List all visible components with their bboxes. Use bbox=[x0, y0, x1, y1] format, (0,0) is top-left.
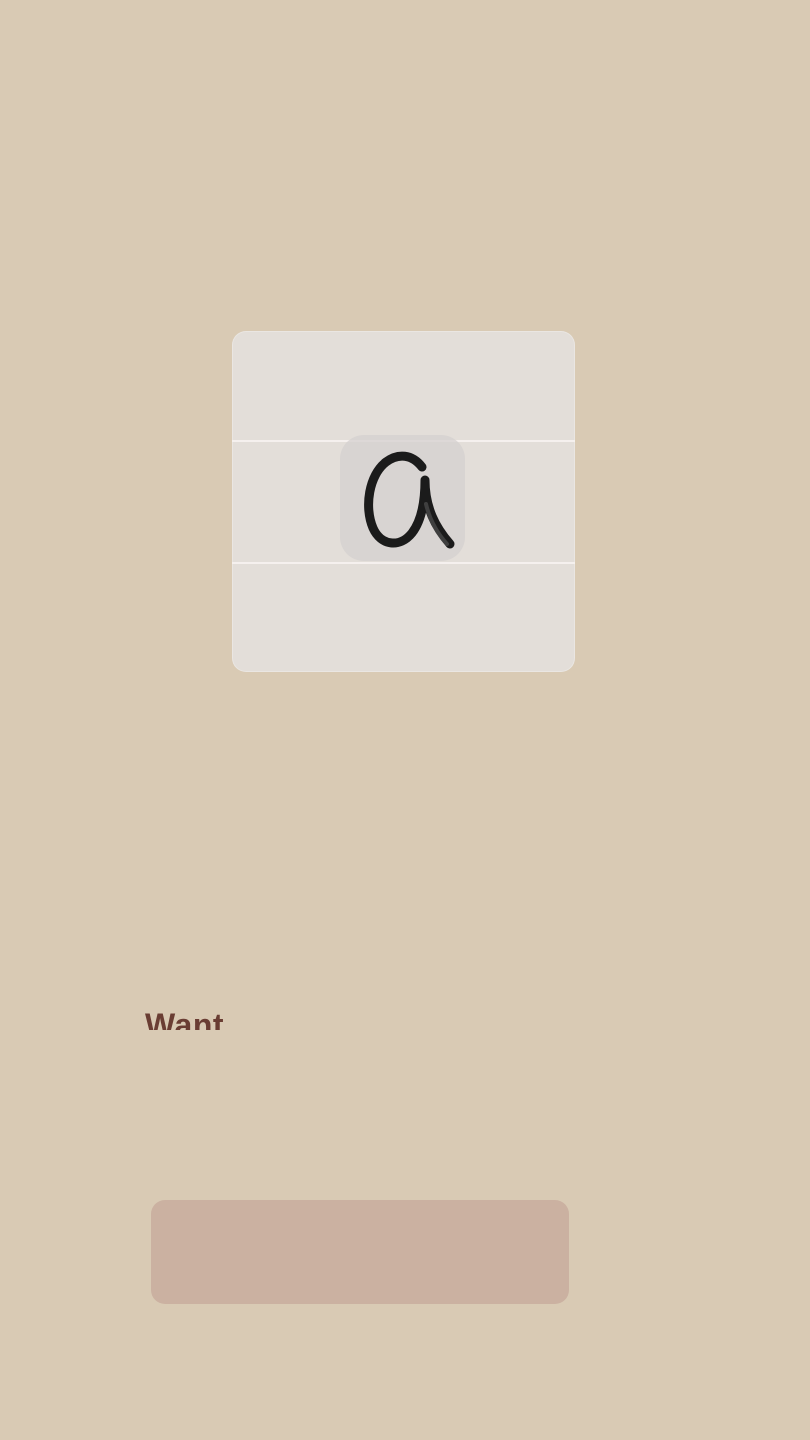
bottom-guide-line bbox=[232, 562, 575, 564]
handwriting-card bbox=[232, 331, 575, 672]
subtitle-area: Want bbox=[145, 998, 345, 1030]
subtitle-text: Want bbox=[145, 1007, 225, 1030]
primary-action-button[interactable] bbox=[151, 1200, 569, 1304]
screen: Want bbox=[0, 0, 810, 1440]
handwritten-a-icon bbox=[364, 451, 455, 549]
